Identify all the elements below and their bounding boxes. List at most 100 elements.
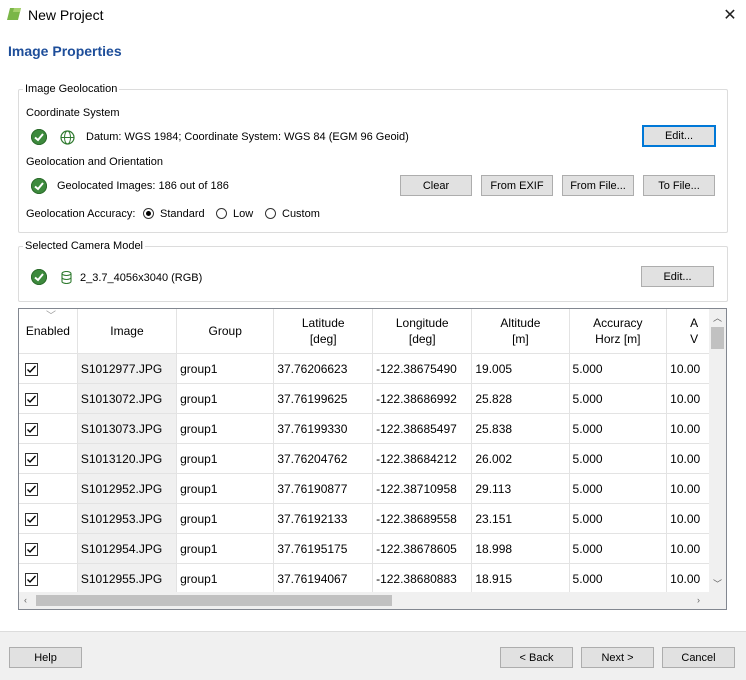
cell-latitude[interactable]: 37.76199330 [273, 413, 374, 444]
cell-group[interactable]: group1 [176, 413, 275, 444]
cell-latitude[interactable]: 37.76204762 [273, 443, 374, 474]
scroll-down-icon[interactable]: ﹀ [713, 577, 722, 590]
cell-enabled[interactable] [19, 413, 78, 444]
from-file-button[interactable]: From File... [562, 175, 634, 196]
table-row[interactable]: S1012952.JPG group1 37.76190877 -122.387109… [19, 473, 726, 504]
close-icon[interactable]: ✕ [722, 5, 738, 25]
cell-longitude[interactable]: -122.38710958 [372, 473, 473, 504]
cell-altitude[interactable]: 26.002 [471, 443, 570, 474]
help-button[interactable]: Help [9, 647, 82, 668]
cell-enabled[interactable] [19, 443, 78, 474]
accuracy-low-radio[interactable] [216, 208, 227, 219]
images-table[interactable]: Enabled Image Group Latitude [deg] Longi… [18, 308, 727, 610]
header-altitude[interactable]: Altitude [m] [471, 309, 570, 354]
scroll-right-icon[interactable]: › [697, 595, 700, 605]
enabled-checkbox[interactable] [25, 452, 38, 466]
cell-accuracy-horz[interactable]: 5.000 [569, 383, 668, 414]
cell-altitude[interactable]: 29.113 [471, 473, 570, 504]
cell-latitude[interactable]: 37.76194067 [273, 563, 374, 594]
header-image[interactable]: Image [77, 309, 178, 354]
cell-group[interactable]: group1 [176, 503, 275, 534]
scroll-up-icon[interactable]: ︿ [713, 311, 722, 324]
vertical-scrollbar[interactable]: ︿ ﹀ [709, 309, 726, 593]
clear-button[interactable]: Clear [400, 175, 472, 196]
camera-edit-button[interactable]: Edit... [641, 266, 714, 287]
table-row[interactable]: S1012955.JPG group1 37.76194067 -122.386808… [19, 563, 726, 594]
cell-image[interactable]: S1013072.JPG [77, 383, 178, 414]
enabled-checkbox[interactable] [25, 392, 38, 406]
cell-altitude[interactable]: 23.151 [471, 503, 570, 534]
cell-group[interactable]: group1 [176, 563, 275, 594]
cell-accuracy-horz[interactable]: 5.000 [569, 533, 668, 564]
cell-accuracy-horz[interactable]: 5.000 [569, 503, 668, 534]
coordinate-edit-button[interactable]: Edit... [642, 125, 716, 147]
cell-group[interactable]: group1 [176, 473, 275, 504]
cell-enabled[interactable] [19, 503, 78, 534]
accuracy-custom-radio[interactable] [265, 208, 276, 219]
enabled-checkbox[interactable] [25, 512, 38, 526]
cell-altitude[interactable]: 18.998 [471, 533, 570, 564]
cell-image[interactable]: S1012953.JPG [77, 503, 178, 534]
cell-altitude[interactable]: 18.915 [471, 563, 570, 594]
cell-altitude[interactable]: 25.838 [471, 413, 570, 444]
cell-image[interactable]: S1013073.JPG [77, 413, 178, 444]
table-row[interactable]: S1013120.JPG group1 37.76204762 -122.386842… [19, 443, 726, 474]
cell-altitude[interactable]: 25.828 [471, 383, 570, 414]
cell-group[interactable]: group1 [176, 353, 275, 384]
cell-latitude[interactable]: 37.76195175 [273, 533, 374, 564]
table-row[interactable]: S1012953.JPG group1 37.76192133 -122.386895… [19, 503, 726, 534]
from-exif-button[interactable]: From EXIF [481, 175, 553, 196]
sort-chevron-icon[interactable]: ﹀ [46, 309, 56, 322]
cell-enabled[interactable] [19, 563, 78, 594]
accuracy-standard-label[interactable]: Standard [160, 208, 205, 220]
cell-image[interactable]: S1012977.JPG [77, 353, 178, 384]
cell-image[interactable]: S1012954.JPG [77, 533, 178, 564]
cell-longitude[interactable]: -122.38686992 [372, 383, 473, 414]
cell-image[interactable]: S1012955.JPG [77, 563, 178, 594]
cell-longitude[interactable]: -122.38689558 [372, 503, 473, 534]
cell-group[interactable]: group1 [176, 533, 275, 564]
cell-image[interactable]: S1013120.JPG [77, 443, 178, 474]
accuracy-custom-label[interactable]: Custom [282, 208, 320, 220]
to-file-button[interactable]: To File... [643, 175, 715, 196]
cell-latitude[interactable]: 37.76206623 [273, 353, 374, 384]
cell-longitude[interactable]: -122.38684212 [372, 443, 473, 474]
header-accuracy-horz[interactable]: Accuracy Horz [m] [569, 309, 668, 354]
enabled-checkbox[interactable] [25, 542, 38, 556]
cell-longitude[interactable]: -122.38675490 [372, 353, 473, 384]
cell-accuracy-horz[interactable]: 5.000 [569, 413, 668, 444]
accuracy-standard-radio[interactable] [143, 208, 154, 219]
cell-latitude[interactable]: 37.76190877 [273, 473, 374, 504]
cell-latitude[interactable]: 37.76192133 [273, 503, 374, 534]
enabled-checkbox[interactable] [25, 422, 38, 436]
header-longitude[interactable]: Longitude [deg] [372, 309, 473, 354]
table-row[interactable]: S1013072.JPG group1 37.76199625 -122.386869… [19, 383, 726, 414]
cell-altitude[interactable]: 19.005 [471, 353, 570, 384]
table-row[interactable]: S1012977.JPG group1 37.76206623 -122.386754… [19, 353, 726, 384]
horizontal-scroll-thumb[interactable] [36, 595, 392, 606]
cell-enabled[interactable] [19, 353, 78, 384]
cell-accuracy-horz[interactable]: 5.000 [569, 473, 668, 504]
next-button[interactable]: Next > [581, 647, 654, 668]
cancel-button[interactable]: Cancel [662, 647, 735, 668]
back-button[interactable]: < Back [500, 647, 573, 668]
cell-latitude[interactable]: 37.76199625 [273, 383, 374, 414]
cell-accuracy-horz[interactable]: 5.000 [569, 353, 668, 384]
cell-enabled[interactable] [19, 473, 78, 504]
table-row[interactable]: S1013073.JPG group1 37.76199330 -122.386854… [19, 413, 726, 444]
cell-enabled[interactable] [19, 533, 78, 564]
cell-group[interactable]: group1 [176, 443, 275, 474]
cell-longitude[interactable]: -122.38678605 [372, 533, 473, 564]
cell-group[interactable]: group1 [176, 383, 275, 414]
cell-longitude[interactable]: -122.38685497 [372, 413, 473, 444]
horizontal-scrollbar[interactable]: ‹ › [19, 592, 709, 609]
enabled-checkbox[interactable] [25, 482, 38, 496]
scroll-left-icon[interactable]: ‹ [24, 595, 27, 605]
cell-image[interactable]: S1012952.JPG [77, 473, 178, 504]
enabled-checkbox[interactable] [25, 362, 38, 376]
header-group[interactable]: Group [176, 309, 275, 354]
vertical-scroll-thumb[interactable] [711, 327, 724, 349]
enabled-checkbox[interactable] [25, 572, 38, 586]
table-row[interactable]: S1012954.JPG group1 37.76195175 -122.386786… [19, 533, 726, 564]
cell-enabled[interactable] [19, 383, 78, 414]
